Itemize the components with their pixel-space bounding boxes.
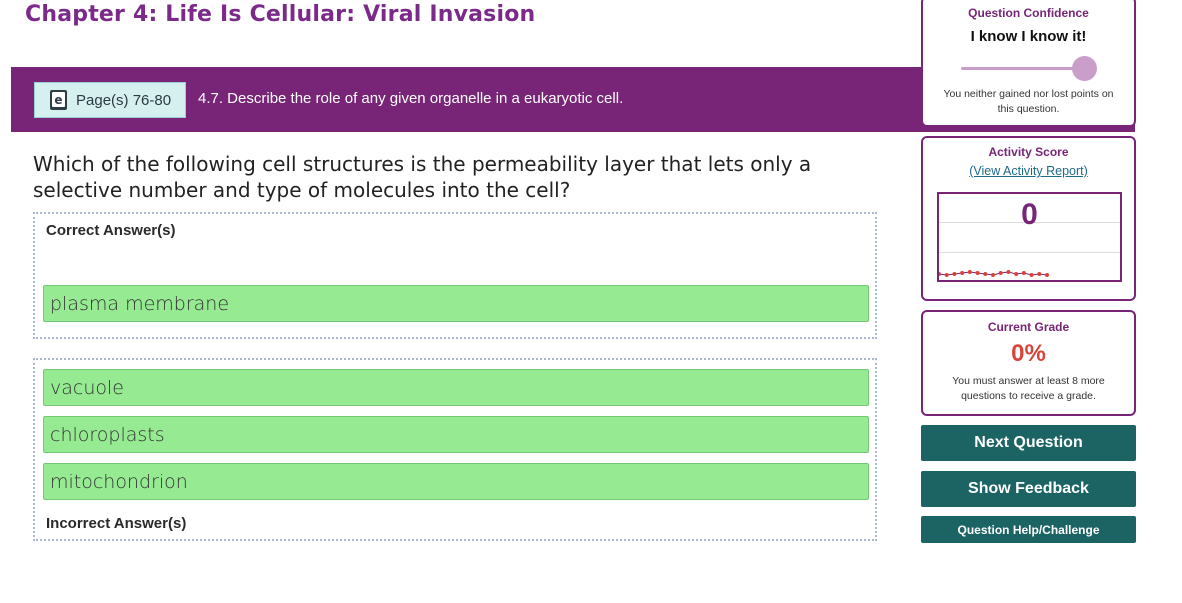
svg-text:e: e [54,93,62,107]
incorrect-answers-box: vacuole chloroplasts mitochondrion Incor… [33,358,877,541]
score-point [939,272,941,276]
confidence-card: Question Confidence I know I know it! Yo… [921,0,1136,127]
incorrect-answers-label: Incorrect Answer(s) [46,515,187,532]
answer-option[interactable]: chloroplasts [43,416,869,453]
score-point [998,271,1003,275]
question-help-button[interactable]: Question Help/Challenge [921,516,1136,543]
current-grade-title: Current Grade [987,320,1070,334]
score-sparkline [939,270,1049,277]
confidence-title: Question Confidence [968,6,1089,20]
chapter-title: Chapter 4: Life Is Cellular: Viral Invas… [25,2,536,27]
show-feedback-button[interactable]: Show Feedback [921,471,1136,507]
grade-note: You must answer at least 8 more question… [952,375,1105,402]
confidence-note: You neither gained nor lost points on th… [943,88,1114,115]
confidence-value: I know I know it! [970,28,1087,45]
confidence-slider-track[interactable] [961,67,1086,70]
pages-label: Page(s) 76-80 [76,91,172,109]
score-point [1006,270,1011,274]
confidence-slider-thumb[interactable] [1072,56,1097,81]
activity-score-card: Activity Score (View Activity Report) 0 [921,136,1136,301]
score-point [1037,272,1042,276]
score-point [1021,271,1026,275]
score-point [944,273,949,277]
answer-option[interactable]: vacuole [43,369,869,406]
view-activity-report-link[interactable]: (View Activity Report) [969,164,1088,178]
score-point [975,271,980,275]
question-text: Which of the following cell structures i… [33,152,812,202]
score-point [967,270,972,274]
score-point [952,272,957,276]
answer-option[interactable]: plasma membrane [43,285,869,322]
learning-objective: 4.7. Describe the role of any given orga… [198,90,624,107]
score-point [1029,273,1034,277]
score-point [983,272,988,276]
activity-score-chart: 0 [937,192,1122,282]
score-point [960,271,965,275]
score-point [991,273,995,277]
score-point [1045,273,1049,277]
answer-option[interactable]: mitochondrion [43,463,869,500]
correct-answers-box: Correct Answer(s) plasma membrane [33,212,877,339]
correct-answers-label: Correct Answer(s) [46,222,176,239]
next-question-button[interactable]: Next Question [921,425,1136,461]
current-grade-value: 0% [1011,340,1046,367]
activity-score-title: Activity Score [988,145,1069,159]
score-point [1014,272,1019,276]
current-grade-card: Current Grade 0% You must answer at leas… [921,310,1136,416]
ebook-pages-button[interactable]: e Page(s) 76-80 [34,82,186,118]
ebook-icon: e [49,89,69,111]
